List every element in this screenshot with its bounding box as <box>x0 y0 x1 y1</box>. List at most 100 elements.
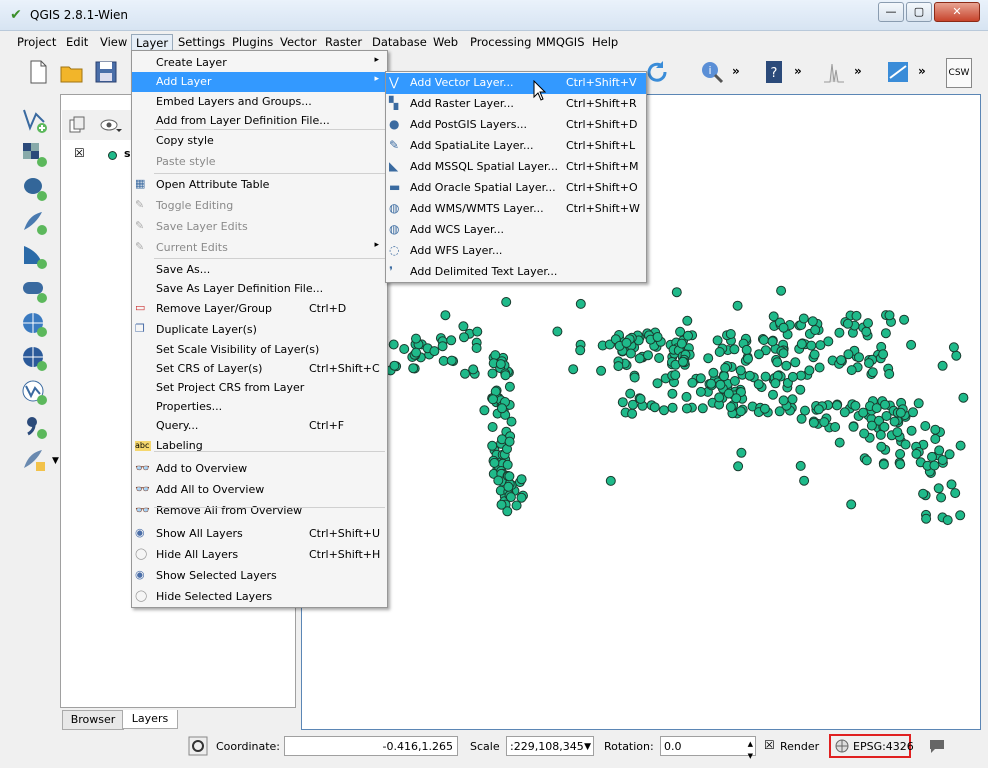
add-wms-layer-icon[interactable] <box>20 310 48 338</box>
add-postgis-layer-icon[interactable] <box>20 174 48 202</box>
add-mssql-layer-icon[interactable] <box>20 242 48 270</box>
new-project-icon[interactable] <box>24 58 52 86</box>
layer-menu-item-open-attribute-table[interactable]: ▦ Open Attribute Table <box>132 175 387 195</box>
menu-edit[interactable]: Edit <box>62 34 92 50</box>
add-wcs-layer-icon[interactable] <box>20 344 48 372</box>
layer-visibility-checkbox[interactable]: ☒ <box>74 146 85 160</box>
menu-plugins[interactable]: Plugins <box>228 34 277 50</box>
add-layer-item-add-vector-layer[interactable]: ⋁ Add Vector Layer... Ctrl+Shift+V <box>386 73 646 94</box>
menu-raster[interactable]: Raster <box>321 34 366 50</box>
layer-menu-item-query[interactable]: Query... Ctrl+F <box>132 416 387 436</box>
georeferencer-icon[interactable] <box>884 58 912 86</box>
layer-menu-item-current-edits[interactable]: ✎ Current Edits ▸ <box>132 238 387 258</box>
new-shapefile-layer-icon[interactable] <box>20 446 48 474</box>
scale-combobox[interactable]: :229,108,345 ▼ <box>506 736 594 756</box>
minimize-button[interactable]: — <box>878 2 904 22</box>
add-layer-item-add-mssql-spatial-layer[interactable]: ◣ Add MSSQL Spatial Layer... Ctrl+Shift+M <box>386 157 646 178</box>
layer-menu-item-save-as-layer-definition-file[interactable]: Save As Layer Definition File... <box>132 279 387 299</box>
tab-layers[interactable]: Layers <box>122 710 178 729</box>
layer-menu-item-save-layer-edits[interactable]: ✎ Save Layer Edits <box>132 217 387 237</box>
csw-button[interactable]: CSW <box>946 58 972 88</box>
layer-menu-item-save-as[interactable]: Save As... <box>132 260 387 280</box>
add-layer-item-add-spatialite-layer[interactable]: ✎ Add SpatiaLite Layer... Ctrl+Shift+L <box>386 136 646 157</box>
add-spatialite-layer-icon[interactable] <box>20 208 48 236</box>
layer-menu-item-show-selected-layers[interactable]: ◉ Show Selected Layers <box>132 566 387 586</box>
menu-item-label: Duplicate Layer(s) <box>156 323 257 336</box>
rotation-spinbox[interactable]: 0.0 ▲ ▼ <box>660 736 756 760</box>
menu-settings[interactable]: Settings <box>174 34 229 50</box>
layer-menu-item-embed-layers-and-groups[interactable]: Embed Layers and Groups... <box>132 92 387 112</box>
layer-menu-item-create-layer[interactable]: Create Layer ▸ <box>132 53 387 73</box>
identify-features-icon[interactable]: i <box>698 58 726 86</box>
spin-down-icon[interactable]: ▼ <box>748 746 753 766</box>
coordinate-toggle-icon[interactable] <box>188 736 208 756</box>
layer-menu-item-properties[interactable]: Properties... <box>132 397 387 417</box>
layer-menu-item-add-layer[interactable]: Add Layer ▸ <box>132 72 387 92</box>
add-vector-layer-icon[interactable] <box>20 106 48 134</box>
layer-menu-item-copy-style[interactable]: Copy style <box>132 131 387 151</box>
add-wfs-layer-icon[interactable] <box>20 378 48 406</box>
add-delimited-text-layer-icon[interactable] <box>20 412 48 440</box>
add-group-icon[interactable] <box>68 116 86 134</box>
map-point <box>683 330 693 341</box>
dropdown-arrow-icon[interactable]: ▼ <box>52 456 59 466</box>
toolbar-more-chevron-4[interactable]: » <box>918 64 926 78</box>
add-layer-item-add-delimited-text-layer[interactable]: ❜ Add Delimited Text Layer... <box>386 262 646 283</box>
layer-menu-item-remove-layer-group[interactable]: ▭ Remove Layer/Group Ctrl+D <box>132 299 387 319</box>
close-button[interactable]: ✕ <box>934 2 980 22</box>
menu-project[interactable]: Project <box>13 34 60 50</box>
crs-status-button[interactable]: EPSG:4326 <box>829 734 914 758</box>
add-oracle-layer-icon[interactable] <box>20 276 48 304</box>
refresh-icon[interactable] <box>643 58 671 86</box>
menu-processing[interactable]: Processing <box>466 34 535 50</box>
chevron-down-icon[interactable]: ▼ <box>584 737 591 757</box>
save-project-icon[interactable] <box>92 58 120 86</box>
menu-vector[interactable]: Vector <box>276 34 321 50</box>
add-raster-layer-icon[interactable] <box>20 140 48 168</box>
toolbar-more-chevron-2[interactable]: » <box>794 64 802 78</box>
layer-menu-item-set-crs-of-layer-s[interactable]: Set CRS of Layer(s) Ctrl+Shift+C <box>132 359 387 379</box>
layer-menu-item-set-project-crs-from-layer[interactable]: Set Project CRS from Layer <box>132 378 387 398</box>
layer-menu-item-hide-selected-layers[interactable]: ◯ Hide Selected Layers <box>132 587 387 607</box>
maximize-button[interactable]: ▢ <box>906 2 932 22</box>
menu-mmqgis[interactable]: MMQGIS <box>532 34 589 50</box>
map-point <box>504 436 515 447</box>
messages-icon[interactable] <box>928 738 946 754</box>
toolbar-more-chevron[interactable]: » <box>732 64 740 78</box>
map-point <box>955 510 966 521</box>
add-layer-item-add-oracle-spatial-layer[interactable]: ▬ Add Oracle Spatial Layer... Ctrl+Shift+O <box>386 178 646 199</box>
add-layer-item-add-wcs-layer[interactable]: ◍ Add WCS Layer... <box>386 220 646 241</box>
layer-menu-item-toggle-editing[interactable]: ✎ Toggle Editing <box>132 196 387 216</box>
open-project-icon[interactable] <box>58 58 86 86</box>
map-point <box>836 355 847 366</box>
add-layer-item-add-raster-layer[interactable]: ▚ Add Raster Layer... Ctrl+Shift+R <box>386 94 646 115</box>
add-layer-item-add-wms-wmts-layer[interactable]: ◍ Add WMS/WMTS Layer... Ctrl+Shift+W <box>386 199 646 220</box>
toolbar-more-chevron-3[interactable]: » <box>854 64 862 78</box>
layer-menu-item-hide-all-layers[interactable]: ◯ Hide All Layers Ctrl+Shift+H <box>132 545 387 565</box>
layer-tree-item[interactable]: ☒ s <box>74 146 131 162</box>
coordinate-field[interactable]: -0.416,1.265 <box>284 736 458 756</box>
tab-browser[interactable]: Browser <box>62 710 124 730</box>
layer-menu-item-labeling[interactable]: abc Labeling <box>132 436 387 456</box>
layer-menu-item-add-all-to-overview[interactable]: 👓 Add All to Overview <box>132 480 387 500</box>
layer-menu-item-add-to-overview[interactable]: 👓 Add to Overview <box>132 459 387 479</box>
render-checkbox[interactable]: ☒ <box>764 738 775 752</box>
layer-menu-item-set-scale-visibility-of-layer-s[interactable]: Set Scale Visibility of Layer(s) <box>132 340 387 360</box>
layer-menu-item-add-from-layer-definition-file[interactable]: Add from Layer Definition File... <box>132 111 387 131</box>
menu-view[interactable]: View <box>96 34 131 50</box>
layer-menu-item-show-all-layers[interactable]: ◉ Show All Layers Ctrl+Shift+U <box>132 524 387 544</box>
menu-help[interactable]: Help <box>588 34 622 50</box>
layer-menu-item-remove-all-from-overview[interactable]: 👓 Remove All from Overview <box>132 501 387 521</box>
menu-database[interactable]: Database <box>368 34 431 50</box>
map-point <box>440 310 451 321</box>
histogram-icon[interactable] <box>820 58 848 86</box>
add-layer-item-add-postgis-layers[interactable]: ● Add PostGIS Layers... Ctrl+Shift+D <box>386 115 646 136</box>
add-layer-item-add-wfs-layer[interactable]: ◌ Add WFS Layer... <box>386 241 646 262</box>
layer-menu-item-paste-style[interactable]: Paste style <box>132 152 387 172</box>
menu-item-label: Save Layer Edits <box>156 220 248 233</box>
menu-web[interactable]: Web <box>429 34 462 50</box>
help-contents-icon[interactable]: ? <box>760 58 788 86</box>
manage-visibility-icon[interactable] <box>100 116 122 134</box>
layer-menu-item-duplicate-layer-s[interactable]: ❐ Duplicate Layer(s) <box>132 320 387 340</box>
layer-menu-dropdown: Create Layer ▸ Add Layer ▸ Embed Layers and … <box>131 50 388 608</box>
